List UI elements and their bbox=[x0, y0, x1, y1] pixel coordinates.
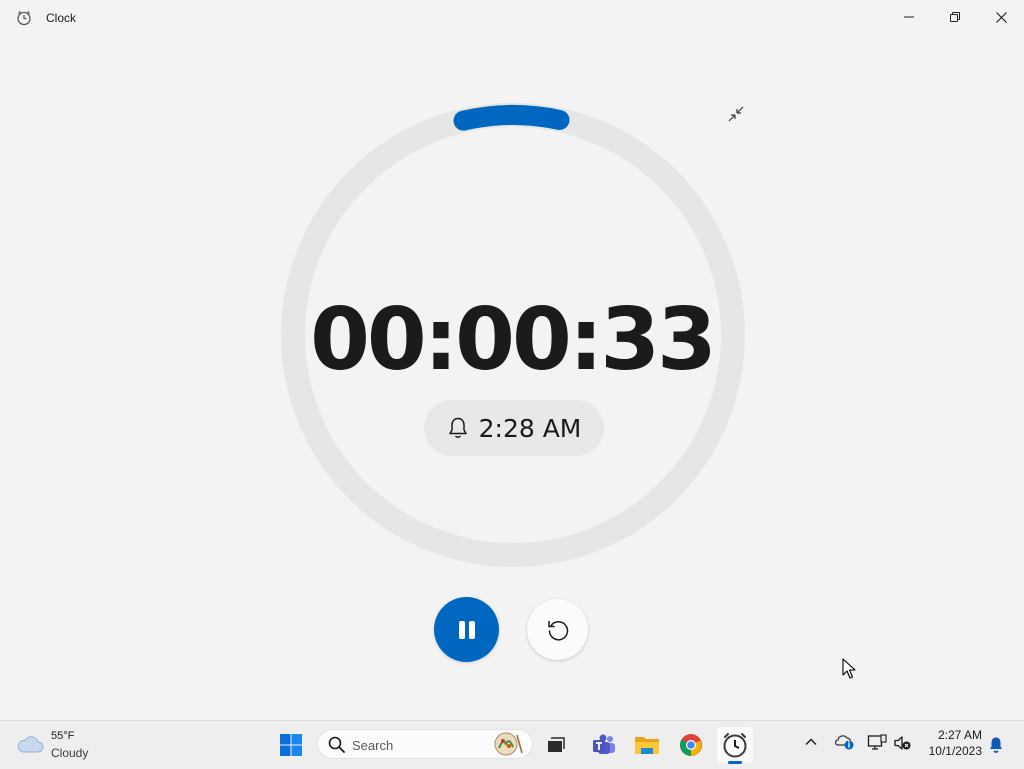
minimize-icon bbox=[904, 16, 914, 18]
notification-bell-icon[interactable] bbox=[988, 736, 1004, 754]
mouse-cursor-icon bbox=[842, 658, 856, 679]
chrome-button[interactable] bbox=[673, 727, 709, 763]
system-clock-time[interactable]: 2:27 AM bbox=[922, 728, 982, 742]
weather-condition: Cloudy bbox=[51, 746, 89, 760]
cloud-icon bbox=[17, 736, 44, 753]
close-icon bbox=[995, 11, 1007, 23]
onedrive-info-icon[interactable] bbox=[835, 733, 855, 751]
task-view-button[interactable] bbox=[538, 727, 574, 763]
reset-icon bbox=[547, 620, 568, 640]
pause-icon bbox=[458, 620, 475, 639]
restore-icon bbox=[950, 12, 960, 22]
clock-app-icon bbox=[723, 733, 747, 758]
search-placeholder: Search bbox=[352, 738, 394, 753]
file-explorer-icon bbox=[635, 737, 659, 754]
weather-temperature: 55°F bbox=[51, 730, 75, 742]
taskbar-search-box[interactable]: Search bbox=[317, 729, 533, 759]
volume-muted-icon[interactable] bbox=[893, 735, 911, 751]
bell-icon bbox=[448, 417, 467, 438]
task-view-icon bbox=[548, 737, 565, 752]
start-icon bbox=[280, 734, 302, 756]
system-clock-date[interactable]: 10/1/2023 bbox=[912, 744, 982, 758]
restore-button[interactable] bbox=[932, 0, 978, 34]
reset-button[interactable] bbox=[527, 599, 588, 660]
search-highlight-icon bbox=[494, 732, 523, 756]
compact-overlay-icon bbox=[728, 106, 744, 122]
title-bar: Clock bbox=[0, 0, 1024, 36]
search-icon bbox=[328, 736, 345, 753]
active-app-indicator bbox=[728, 761, 742, 764]
clock-app-icon bbox=[16, 10, 32, 26]
clock-taskbar-button[interactable] bbox=[717, 727, 753, 763]
minimize-button[interactable] bbox=[886, 0, 932, 34]
close-button[interactable] bbox=[978, 0, 1024, 34]
alarm-end-time: 2:28 AM bbox=[424, 400, 604, 456]
teams-button[interactable] bbox=[586, 727, 622, 763]
weather-widget[interactable]: 55°F Cloudy bbox=[16, 729, 126, 763]
chevron-up-icon[interactable] bbox=[804, 735, 818, 749]
pause-button[interactable] bbox=[434, 597, 499, 662]
file-explorer-button[interactable] bbox=[629, 727, 665, 763]
teams-icon bbox=[593, 734, 615, 754]
timer-display: 00:00:33 bbox=[310, 290, 717, 390]
alarm-time-label: 2:28 AM bbox=[478, 413, 582, 443]
window-title: Clock bbox=[46, 11, 77, 25]
chrome-icon bbox=[680, 734, 702, 756]
compact-overlay-button[interactable] bbox=[724, 102, 748, 126]
start-button[interactable] bbox=[273, 727, 309, 763]
network-icon[interactable] bbox=[867, 734, 887, 752]
timer-progress-arc bbox=[453, 105, 570, 131]
